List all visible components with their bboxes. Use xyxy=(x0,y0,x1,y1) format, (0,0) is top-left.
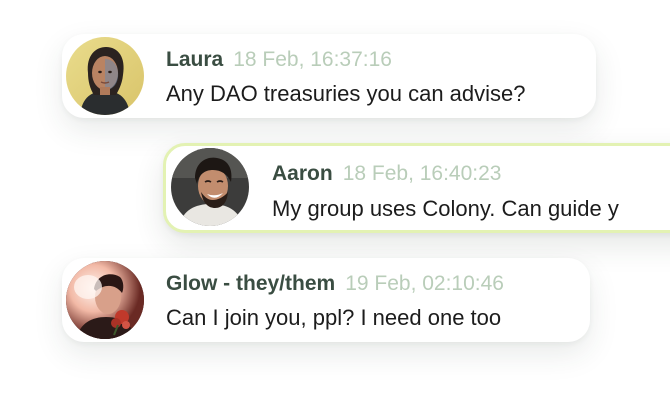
message-header: Aaron 18 Feb, 16:40:23 xyxy=(272,161,501,187)
avatar-man-laughing-icon[interactable] xyxy=(171,148,249,226)
author-name[interactable]: Glow - they/them xyxy=(166,272,335,295)
chat-message-laura[interactable]: Laura 18 Feb, 16:37:16 Any DAO treasuries… xyxy=(62,34,596,118)
message-header: Glow - they/them 19 Feb, 02:10:46 xyxy=(166,271,504,297)
message-timestamp: 18 Feb, 16:40:23 xyxy=(342,162,502,185)
avatar-woman-portrait-icon[interactable] xyxy=(66,37,144,115)
message-timestamp: 19 Feb, 02:10:46 xyxy=(345,272,504,295)
message-header: Laura 18 Feb, 16:37:16 xyxy=(166,47,392,73)
message-text: Can I join you, ppl? I need one too xyxy=(166,305,502,330)
message-text: My group uses Colony. Can guide y xyxy=(272,196,619,221)
message-timestamp: 18 Feb, 16:37:16 xyxy=(233,48,392,71)
chat-feed: Laura 18 Feb, 16:37:16 Any DAO treasuries… xyxy=(0,0,670,400)
author-name[interactable]: Aaron xyxy=(272,162,333,185)
message-text: Any DAO treasuries you can advise? xyxy=(166,81,526,106)
chat-message-aaron[interactable]: Aaron 18 Feb, 16:40:23 My group uses Colo… xyxy=(163,143,670,233)
author-name[interactable]: Laura xyxy=(166,48,223,71)
avatar-person-flowers-icon[interactable] xyxy=(66,261,144,339)
chat-message-glow[interactable]: Glow - they/them 19 Feb, 02:10:46 Can I j… xyxy=(62,258,590,342)
